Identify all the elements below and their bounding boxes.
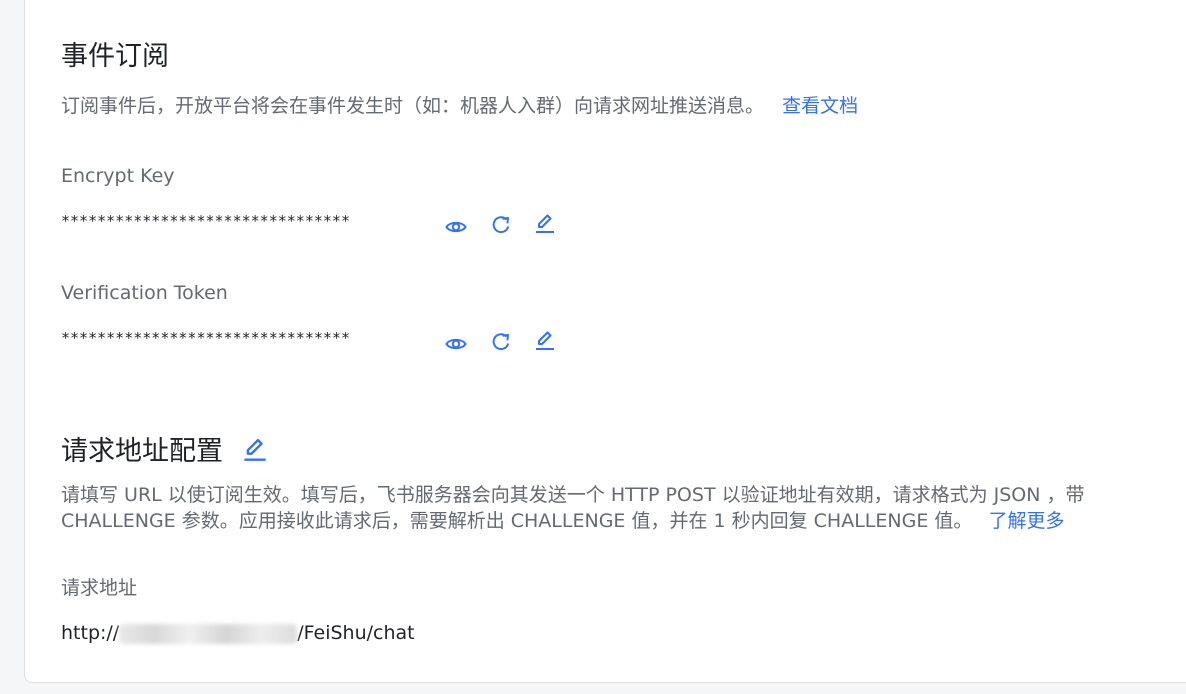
request-url-prefix: http:// bbox=[61, 622, 120, 644]
edit-icon bbox=[536, 214, 554, 233]
section-title-request-url: 请求地址配置 bbox=[61, 436, 223, 467]
learn-more-link[interactable]: 了解更多 bbox=[988, 510, 1064, 532]
verification-token-value: ******************************** bbox=[61, 329, 350, 347]
edit-icon bbox=[536, 331, 554, 350]
edit-icon bbox=[244, 438, 266, 461]
events-description: 订阅事件后，开放平台将会在事件发生时（如：机器人入群）向请求网址推送消息。 bbox=[61, 95, 765, 117]
encrypt-key-edit-button[interactable] bbox=[532, 210, 558, 236]
encrypt-key-label: Encrypt Key bbox=[61, 165, 175, 187]
verification-token-reset-button[interactable] bbox=[488, 329, 514, 355]
request-url-edit-button[interactable] bbox=[242, 436, 268, 462]
view-docs-link[interactable]: 查看文档 bbox=[782, 95, 858, 117]
redacted-host bbox=[119, 623, 298, 644]
request-url-description-line1: 请填写 URL 以使订阅生效。填写后，飞书服务器会向其发送一个 HTTP POS… bbox=[61, 484, 1085, 506]
encrypt-key-reset-button[interactable] bbox=[488, 212, 514, 238]
verification-token-label: Verification Token bbox=[61, 282, 228, 304]
request-url-label: 请求地址 bbox=[61, 577, 138, 599]
verification-token-show-button[interactable] bbox=[443, 331, 469, 357]
eye-icon bbox=[445, 338, 467, 350]
encrypt-key-show-button[interactable] bbox=[443, 214, 469, 240]
request-url-suffix: /FeiShu/chat bbox=[297, 622, 415, 644]
event-subscription-card: 事件订阅 订阅事件后，开放平台将会在事件发生时（如：机器人入群）向请求网址推送消… bbox=[24, 0, 1186, 683]
refresh-icon bbox=[492, 216, 510, 234]
request-url-description-row2: CHALLENGE 参数。应用接收此请求后，需要解析出 CHALLENGE 值，… bbox=[61, 508, 1064, 534]
request-url-description-line2: CHALLENGE 参数。应用接收此请求后，需要解析出 CHALLENGE 值，… bbox=[61, 510, 973, 532]
eye-icon bbox=[445, 221, 467, 233]
verification-token-edit-button[interactable] bbox=[532, 327, 558, 353]
events-description-row: 订阅事件后，开放平台将会在事件发生时（如：机器人入群）向请求网址推送消息。 查看… bbox=[61, 93, 858, 119]
encrypt-key-value: ******************************** bbox=[61, 212, 350, 230]
section-title-events: 事件订阅 bbox=[61, 41, 169, 72]
refresh-icon bbox=[492, 333, 510, 351]
request-url-value: http:// /FeiShu/chat bbox=[61, 620, 415, 646]
